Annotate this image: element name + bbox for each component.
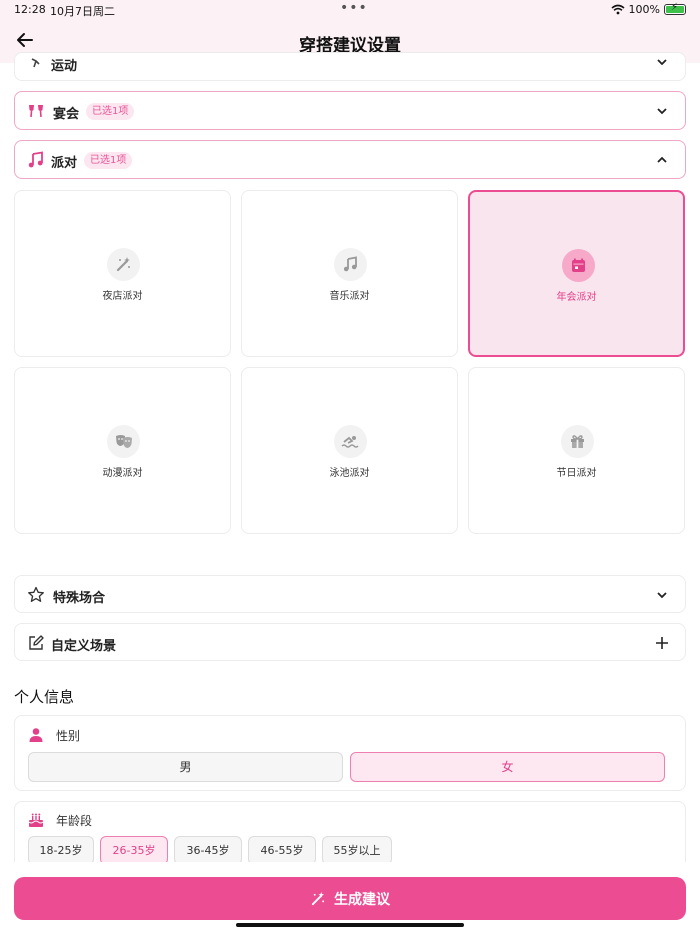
selected-count-badge: 已选1项 [84,152,133,169]
generate-button-label: 生成建议 [334,891,390,908]
music-note-icon [343,256,357,272]
party-option-pool[interactable]: 泳池派对 [241,367,458,534]
category-banquet-row[interactable]: 宴会 已选1项 [14,91,686,130]
selected-count-badge: 已选1项 [86,103,135,120]
option-icon-circle [561,425,594,458]
chevron-down-icon [657,592,667,599]
category-special-row[interactable]: 特殊场合 [14,575,686,613]
chevron-up-icon [657,156,667,163]
option-label: 节日派对 [556,468,597,479]
option-icon-circle [334,425,367,458]
category-label: 自定义场景 [51,639,117,654]
person-icon [29,728,43,742]
custom-scene-row[interactable]: 自定义场景 [14,623,686,661]
wifi-icon [611,4,625,15]
running-icon [31,58,40,68]
plus-icon[interactable] [655,636,669,650]
generate-button[interactable]: 生成建议 [14,877,686,920]
gender-option-female[interactable]: 女 [350,752,665,782]
party-option-annual[interactable]: 年会派对 [468,190,685,357]
option-icon-circle [107,425,140,458]
star-icon [28,586,44,602]
option-label: 音乐派对 [329,291,370,302]
category-party-row[interactable]: 派对 已选1项 [14,140,686,179]
age-option-55-plus[interactable]: 55岁以上 [322,836,392,865]
category-label: 宴会 [53,107,80,122]
glasses-cheers-icon [29,105,43,118]
age-option-36-45[interactable]: 36-45岁 [174,836,242,865]
category-label: 特殊场合 [53,591,106,606]
cake-icon [28,813,44,827]
magic-wand-icon [116,257,130,272]
gender-label: 性别 [56,729,81,743]
category-sport-row[interactable]: 运动 [14,52,686,81]
category-label: 派对 [51,156,78,171]
gender-option-male[interactable]: 男 [28,752,343,782]
age-option-46-55[interactable]: 46-55岁 [248,836,316,865]
status-right: 100% ⚡ [611,2,686,16]
option-label: 夜店派对 [102,291,143,302]
status-time: 12:28 [14,3,46,16]
chevron-down-icon [657,59,667,66]
category-label: 运动 [51,59,78,74]
party-option-festival[interactable]: 节日派对 [468,367,685,534]
party-option-nightclub[interactable]: 夜店派对 [14,190,231,357]
age-option-26-35[interactable]: 26-35岁 [100,836,168,865]
option-label: 泳池派对 [329,468,370,479]
option-icon-circle [562,249,595,282]
battery-icon: ⚡ [664,2,686,15]
edit-icon [29,635,44,650]
swimmer-icon [341,436,359,448]
option-label: 年会派对 [556,292,597,303]
option-icon-circle [107,248,140,281]
home-indicator[interactable] [236,923,464,927]
calendar-icon [572,258,585,272]
status-bar: 12:28 10月7日周二 ••• 100% ⚡ [0,0,700,20]
gift-icon [571,435,584,448]
age-label: 年龄段 [56,814,93,828]
chevron-down-icon [657,108,667,115]
option-icon-circle [334,248,367,281]
magic-wand-icon [311,891,325,905]
status-date: 10月7日周二 [50,5,115,18]
option-label: 动漫派对 [102,468,143,479]
music-note-icon [28,151,43,168]
party-option-music[interactable]: 音乐派对 [241,190,458,357]
multitask-dots[interactable]: ••• [340,0,368,16]
theater-masks-icon [115,435,132,448]
age-option-18-25[interactable]: 18-25岁 [28,836,94,865]
battery-percent: 100% [628,3,660,16]
party-option-anime[interactable]: 动漫派对 [14,367,231,534]
personal-info-title: 个人信息 [14,688,75,706]
